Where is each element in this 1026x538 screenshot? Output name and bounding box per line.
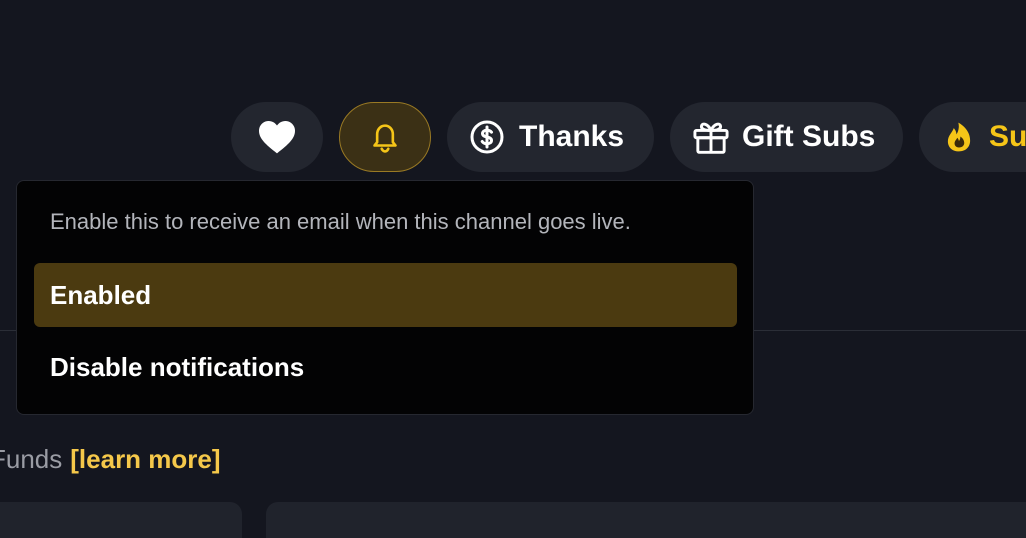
thanks-button[interactable]: Thanks	[447, 102, 654, 172]
flame-icon	[943, 120, 975, 154]
channel-page: Thanks Gift Subs Su Funds[learn more]	[0, 0, 1026, 538]
like-button[interactable]	[231, 102, 323, 172]
heart-icon	[257, 119, 297, 155]
option-enabled[interactable]: Enabled	[34, 263, 737, 327]
subscribe-button[interactable]: Su	[919, 102, 1026, 172]
option-disable-notifications[interactable]: Disable notifications	[34, 335, 737, 399]
dollar-circle-icon	[469, 119, 505, 155]
notifications-button[interactable]	[339, 102, 431, 172]
funds-label: Funds	[0, 444, 63, 474]
gift-subs-button[interactable]: Gift Subs	[670, 102, 903, 172]
gift-subs-label: Gift Subs	[742, 120, 876, 153]
funds-row: Funds[learn more]	[0, 444, 221, 475]
learn-more-link[interactable]: [learn more]	[70, 444, 220, 474]
dropdown-description: Enable this to receive an email when thi…	[50, 209, 631, 234]
gift-icon	[692, 119, 730, 155]
notification-dropdown: Enable this to receive an email when thi…	[16, 180, 754, 415]
fund-card[interactable]	[266, 502, 1026, 538]
bell-icon	[369, 120, 401, 154]
fund-card[interactable]	[0, 502, 242, 538]
thanks-label: Thanks	[519, 120, 625, 153]
subscribe-label: Su	[989, 120, 1026, 153]
